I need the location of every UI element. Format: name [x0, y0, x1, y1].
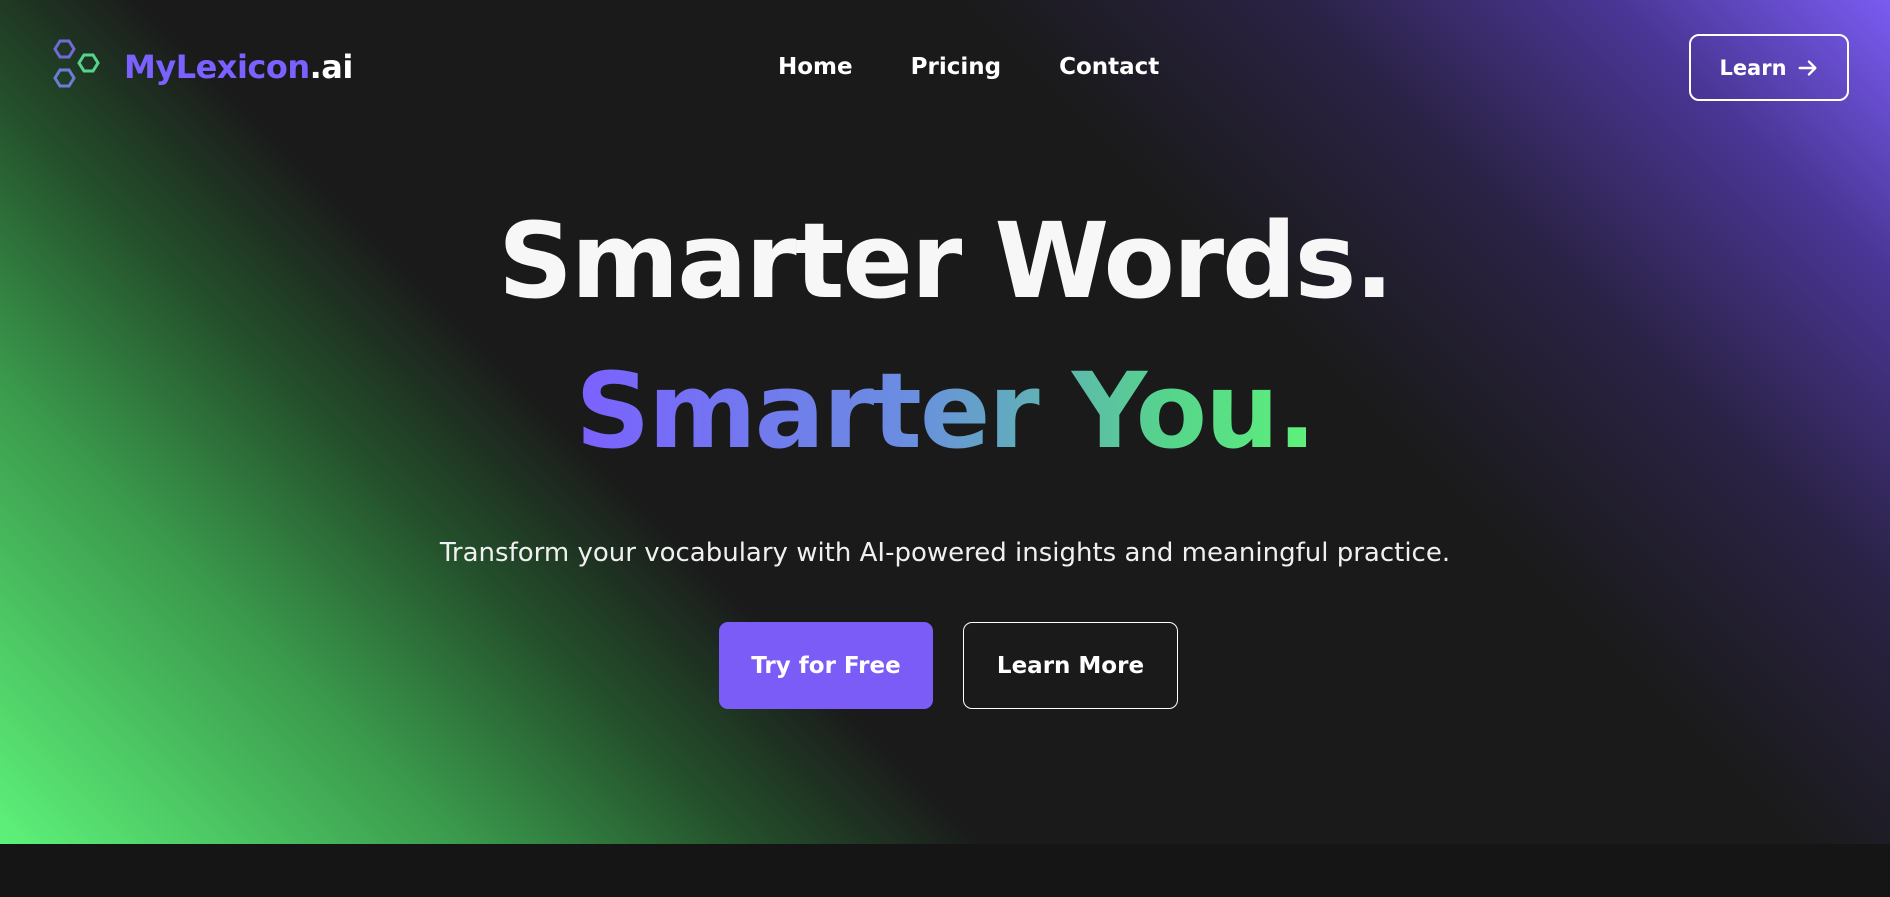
- page-bottom-strip: [0, 844, 1890, 897]
- logo-tld: .ai: [309, 48, 354, 86]
- nav-item-home[interactable]: Home: [778, 54, 853, 80]
- arrow-right-icon: [1798, 59, 1817, 76]
- headline-line-1: Smarter Words.: [497, 200, 1394, 322]
- learn-more-button[interactable]: Learn More: [963, 622, 1178, 709]
- main-nav: Home Pricing Contact: [778, 54, 1159, 80]
- headline-line-2-text: Smarter You.: [575, 350, 1316, 472]
- learn-button[interactable]: Learn: [1689, 34, 1849, 101]
- hexagons-icon: [53, 39, 100, 88]
- nav-item-contact[interactable]: Contact: [1059, 54, 1159, 80]
- logo-text: MyLexicon.ai: [124, 48, 353, 86]
- headline-line-2: Smarter You.: [0, 350, 1890, 472]
- nav-item-pricing[interactable]: Pricing: [911, 54, 1001, 80]
- logo-brand: MyLexicon: [124, 48, 310, 86]
- logo[interactable]: MyLexicon.ai: [48, 36, 353, 98]
- try-for-free-button[interactable]: Try for Free: [719, 622, 933, 709]
- hero-section: MyLexicon.ai Home Pricing Contact Learn …: [0, 0, 1890, 844]
- hero-subtitle: Transform your vocabulary with AI-powere…: [439, 538, 1451, 568]
- learn-button-label: Learn: [1719, 55, 1787, 80]
